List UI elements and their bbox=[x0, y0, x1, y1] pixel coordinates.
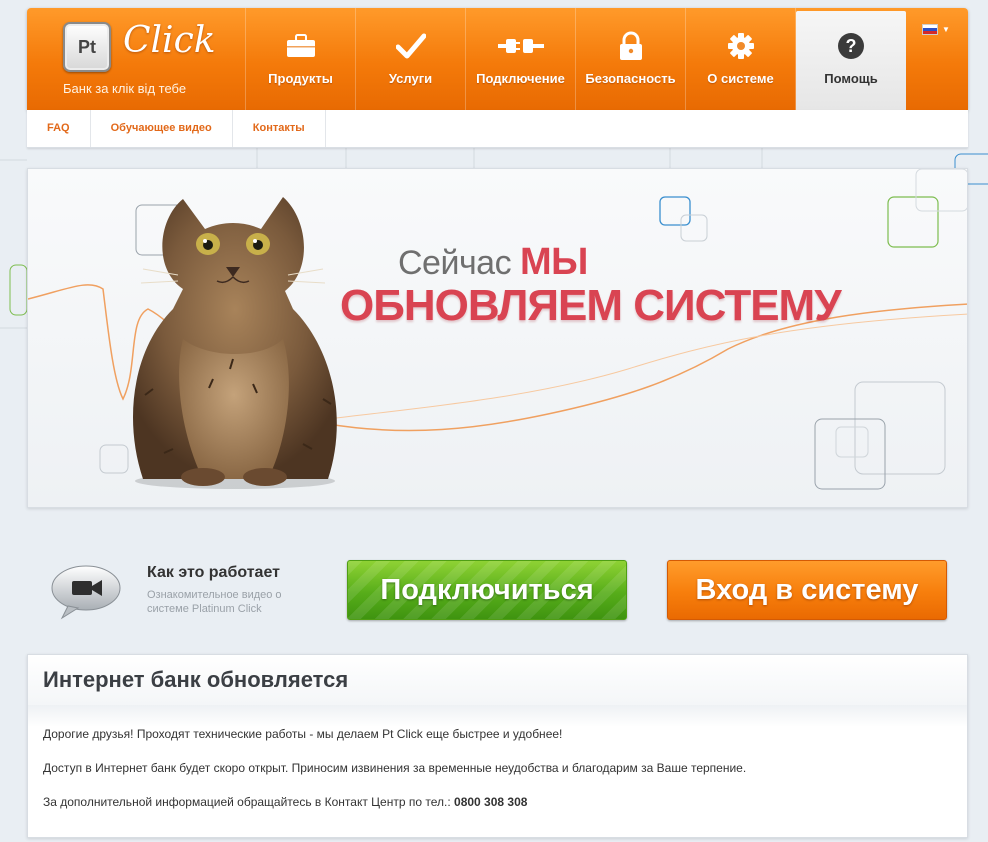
submenu-item-training-video[interactable]: Обучающее видео bbox=[91, 110, 233, 147]
nav-item-connection[interactable]: Подключение bbox=[466, 8, 576, 110]
banner-headline-prefix: Сейчас bbox=[398, 244, 512, 282]
nav-item-products[interactable]: Продукты bbox=[246, 8, 356, 110]
login-button[interactable]: Вход в систему bbox=[667, 560, 947, 620]
question-icon: ? bbox=[796, 32, 906, 60]
video-camera-icon bbox=[51, 565, 121, 620]
notice-contact-text: За дополнительной информацией обращайтес… bbox=[43, 795, 451, 809]
banner-headline-emphasis: МЫ bbox=[520, 241, 588, 283]
gear-icon bbox=[686, 32, 795, 60]
maintenance-notice: Интернет банк обновляется Дорогие друзья… bbox=[27, 654, 968, 838]
plug-icon bbox=[466, 32, 575, 60]
how-it-works-link[interactable]: Как это работает Ознакомительное видео о… bbox=[44, 558, 334, 628]
logo[interactable]: Pt Click Банк за клік від тебе bbox=[27, 8, 246, 110]
briefcase-icon bbox=[246, 32, 355, 60]
connect-button[interactable]: Подключиться bbox=[347, 560, 627, 620]
help-submenu: FAQ Обучающее видео Контакты bbox=[27, 110, 968, 148]
submenu-item-faq[interactable]: FAQ bbox=[27, 110, 91, 147]
nav-item-help[interactable]: ? Помощь bbox=[796, 11, 906, 110]
cat-illustration bbox=[133, 197, 337, 489]
main-nav: Продукты Услуги Подключение Безопасность… bbox=[246, 8, 906, 110]
nav-item-security[interactable]: Безопасность bbox=[576, 8, 686, 110]
top-navigation-bar: Pt Click Банк за клік від тебе Продукты … bbox=[27, 8, 968, 110]
svg-text:?: ? bbox=[846, 36, 857, 56]
nav-label: О системе bbox=[707, 71, 774, 86]
logo-tagline: Банк за клік від тебе bbox=[63, 81, 187, 96]
logo-wordmark: Click bbox=[123, 20, 216, 61]
notice-paragraph-1: Дорогие друзья! Проходят технические раб… bbox=[43, 727, 563, 741]
notice-phone-number: 0800 308 308 bbox=[454, 795, 528, 809]
maintenance-banner: Сейчас МЫ ОБНОВЛЯЕМ СИСТЕМУ bbox=[27, 168, 968, 508]
nav-label: Подключение bbox=[476, 71, 565, 86]
nav-label: Помощь bbox=[824, 71, 878, 86]
nav-item-services[interactable]: Услуги bbox=[356, 8, 466, 110]
notice-divider bbox=[28, 705, 967, 727]
how-it-works-title: Как это работает bbox=[147, 564, 280, 581]
submenu-item-contacts[interactable]: Контакты bbox=[233, 110, 326, 147]
nav-label: Безопасность bbox=[585, 71, 676, 86]
nav-label: Продукты bbox=[268, 71, 333, 86]
notice-paragraph-2: Доступ в Интернет банк будет скоро откры… bbox=[43, 761, 747, 775]
banner-headline-line1: Сейчас МЫ bbox=[398, 241, 588, 284]
nav-label: Услуги bbox=[388, 71, 433, 86]
language-selector[interactable]: ▼ bbox=[922, 24, 950, 35]
notice-title: Интернет банк обновляется bbox=[28, 655, 967, 705]
padlock-icon bbox=[576, 31, 685, 60]
notice-paragraph-3: За дополнительной информацией обращайтес… bbox=[28, 795, 967, 809]
chevron-down-icon: ▼ bbox=[942, 25, 950, 34]
banner-headline-line2: ОБНОВЛЯЕМ СИСТЕМУ bbox=[340, 281, 842, 330]
checkmark-icon bbox=[356, 32, 465, 60]
russian-flag-icon bbox=[922, 24, 938, 35]
logo-mark: Pt bbox=[63, 22, 111, 72]
how-it-works-subtitle: Ознакомительное видео о системе Platinum… bbox=[147, 589, 282, 615]
nav-item-about[interactable]: О системе bbox=[686, 8, 796, 110]
